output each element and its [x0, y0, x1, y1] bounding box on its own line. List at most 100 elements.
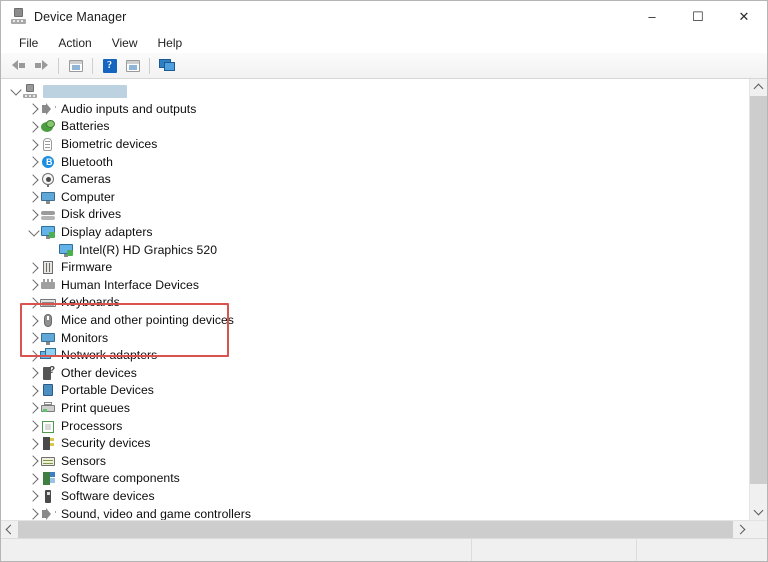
tree-row[interactable]: Keyboards [1, 294, 749, 312]
vertical-scroll-thumb[interactable] [750, 96, 767, 484]
tree-row[interactable]: Processors [1, 417, 749, 435]
device-tree[interactable]: Audio inputs and outputsBatteriesBiometr… [1, 79, 749, 520]
tree-expander[interactable] [27, 189, 40, 207]
monitor-icon [40, 331, 56, 346]
tree-item-label: Intel(R) HD Graphics 520 [79, 243, 217, 258]
scroll-right-button[interactable] [733, 521, 750, 538]
tree-row[interactable]: Sound, video and game controllers [1, 505, 749, 520]
tree-expander[interactable] [27, 171, 40, 189]
tree-row[interactable]: B Bluetooth [1, 153, 749, 171]
scroll-down-button[interactable] [750, 503, 767, 520]
tree-row[interactable]: Batteries [1, 118, 749, 136]
maximize-button[interactable]: ☐ [675, 1, 721, 32]
chevron-right-icon [27, 157, 38, 168]
tree-row[interactable]: Human Interface Devices [1, 277, 749, 295]
tree-row[interactable]: Sensors [1, 452, 749, 470]
horizontal-scrollbar[interactable] [1, 520, 767, 538]
tree-expander[interactable] [27, 153, 40, 171]
scan-for-hardware-changes-button[interactable] [155, 55, 178, 76]
tree-expander[interactable] [27, 505, 40, 520]
tree-row[interactable]: Disk drives [1, 206, 749, 224]
tree-expander[interactable] [27, 435, 40, 453]
tree-expander[interactable] [27, 136, 40, 154]
help-button[interactable]: ? [98, 55, 121, 76]
menu-file[interactable]: File [9, 34, 48, 52]
chevron-right-icon [27, 104, 38, 115]
minimize-button[interactable]: – [629, 1, 675, 32]
scroll-left-button[interactable] [1, 521, 18, 538]
tree-expander[interactable] [27, 206, 40, 224]
tree-expander[interactable] [27, 294, 40, 312]
show-hide-console-tree-button[interactable] [64, 55, 87, 76]
tree-row[interactable]: Software components [1, 470, 749, 488]
menu-view[interactable]: View [102, 34, 148, 52]
keyboard-icon [40, 295, 56, 310]
toolbar-separator [58, 58, 59, 74]
tree-row[interactable]: Monitors [1, 329, 749, 347]
tree-row[interactable]: Biometric devices [1, 136, 749, 154]
tree-row[interactable]: Network adapters [1, 347, 749, 365]
horizontal-scroll-track[interactable] [18, 521, 733, 538]
tree-item-label: Software components [61, 471, 180, 486]
tree-expander[interactable] [27, 277, 40, 295]
status-pane-tertiary [637, 539, 767, 561]
horizontal-scroll-thumb[interactable] [18, 521, 733, 538]
bluetooth-icon: B [40, 155, 56, 170]
tree-expander[interactable] [27, 417, 40, 435]
tree-row[interactable]: Print queues [1, 400, 749, 418]
tree-expander[interactable] [27, 259, 40, 277]
vertical-scrollbar[interactable] [749, 79, 767, 520]
tree-row[interactable]: Intel(R) HD Graphics 520 [1, 241, 749, 259]
menu-action[interactable]: Action [48, 34, 101, 52]
tree-expander[interactable] [27, 118, 40, 136]
tree-expander[interactable] [27, 452, 40, 470]
tree-expander[interactable] [27, 470, 40, 488]
other-device-icon: ? [40, 366, 56, 381]
biometric-icon [40, 137, 56, 152]
back-button[interactable] [7, 55, 30, 76]
menu-help[interactable]: Help [148, 34, 193, 52]
tree-row[interactable]: Firmware [1, 259, 749, 277]
properties-button[interactable] [121, 55, 144, 76]
tree-item-label: Audio inputs and outputs [61, 102, 196, 117]
tree-item-label: Computer [61, 190, 115, 205]
tree-row[interactable]: Display adapters [1, 224, 749, 242]
tree-expander[interactable] [27, 382, 40, 400]
close-button[interactable]: ✕ [721, 1, 767, 32]
tree-expander[interactable] [27, 101, 40, 119]
scroll-up-button[interactable] [750, 79, 767, 96]
tree-item-label: Bluetooth [61, 155, 113, 170]
tree-expander[interactable] [27, 224, 40, 242]
tree-expander[interactable] [27, 488, 40, 506]
vertical-scroll-track[interactable] [750, 96, 767, 503]
tree-row-root[interactable] [1, 83, 749, 101]
tree-expander[interactable] [27, 312, 40, 330]
arrow-right-icon [35, 60, 48, 71]
tree-row[interactable]: Software devices [1, 488, 749, 506]
display-adapter-icon [40, 225, 56, 240]
tree-item-label: Sound, video and game controllers [61, 507, 251, 520]
tree-row[interactable]: Cameras [1, 171, 749, 189]
firmware-icon [40, 260, 56, 275]
tree-row[interactable]: Computer [1, 189, 749, 207]
tree-expander[interactable] [27, 347, 40, 365]
root-expander[interactable] [9, 83, 22, 101]
tree-expander[interactable] [27, 400, 40, 418]
computer-name-redacted [43, 85, 127, 98]
chevron-right-icon [27, 438, 38, 449]
tree-row[interactable]: ?Other devices [1, 365, 749, 383]
tree-item-label: Biometric devices [61, 137, 157, 152]
camera-icon [40, 172, 56, 187]
tree-row[interactable]: Portable Devices [1, 382, 749, 400]
forward-button[interactable] [30, 55, 53, 76]
tree-row[interactable]: Mice and other pointing devices [1, 312, 749, 330]
tree-row[interactable]: Security devices [1, 435, 749, 453]
tree-row[interactable]: Audio inputs and outputs [1, 101, 749, 119]
chevron-right-icon [27, 385, 38, 396]
security-device-icon [40, 436, 56, 451]
tree-expander[interactable] [27, 329, 40, 347]
chevron-right-icon [27, 403, 38, 414]
chevron-right-icon [27, 192, 38, 203]
tree-item-label: Disk drives [61, 207, 121, 222]
tree-expander[interactable] [27, 365, 40, 383]
